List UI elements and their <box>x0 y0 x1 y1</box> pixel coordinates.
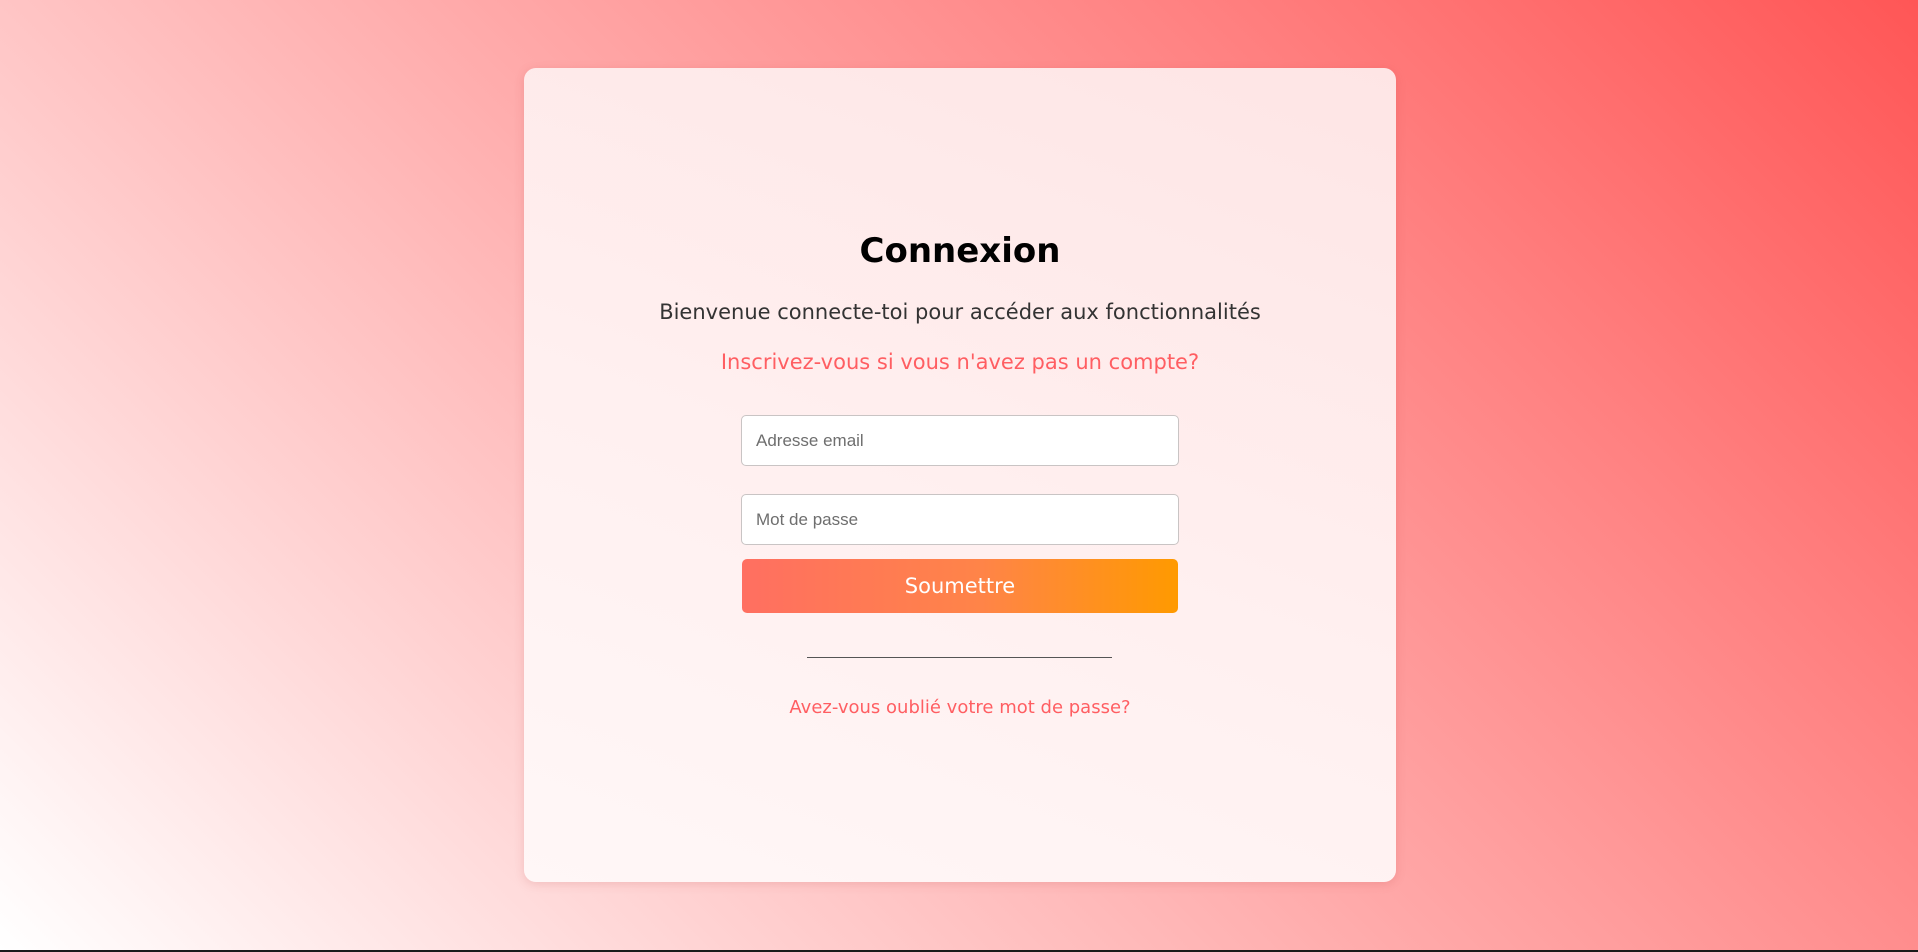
register-link[interactable]: Inscrivez-vous si vous n'avez pas un com… <box>524 348 1396 376</box>
submit-button[interactable]: Soumettre <box>742 559 1178 613</box>
password-field[interactable] <box>741 494 1179 545</box>
divider <box>807 657 1112 658</box>
login-card: Connexion Bienvenue connecte-toi pour ac… <box>524 68 1396 882</box>
page-background: Connexion Bienvenue connecte-toi pour ac… <box>0 0 1918 950</box>
email-field[interactable] <box>741 415 1179 466</box>
welcome-text: Bienvenue connecte-toi pour accéder aux … <box>659 300 1261 324</box>
forgot-password-link[interactable]: Avez-vous oublié votre mot de passe? <box>524 696 1396 720</box>
page-title: Connexion <box>859 231 1061 271</box>
